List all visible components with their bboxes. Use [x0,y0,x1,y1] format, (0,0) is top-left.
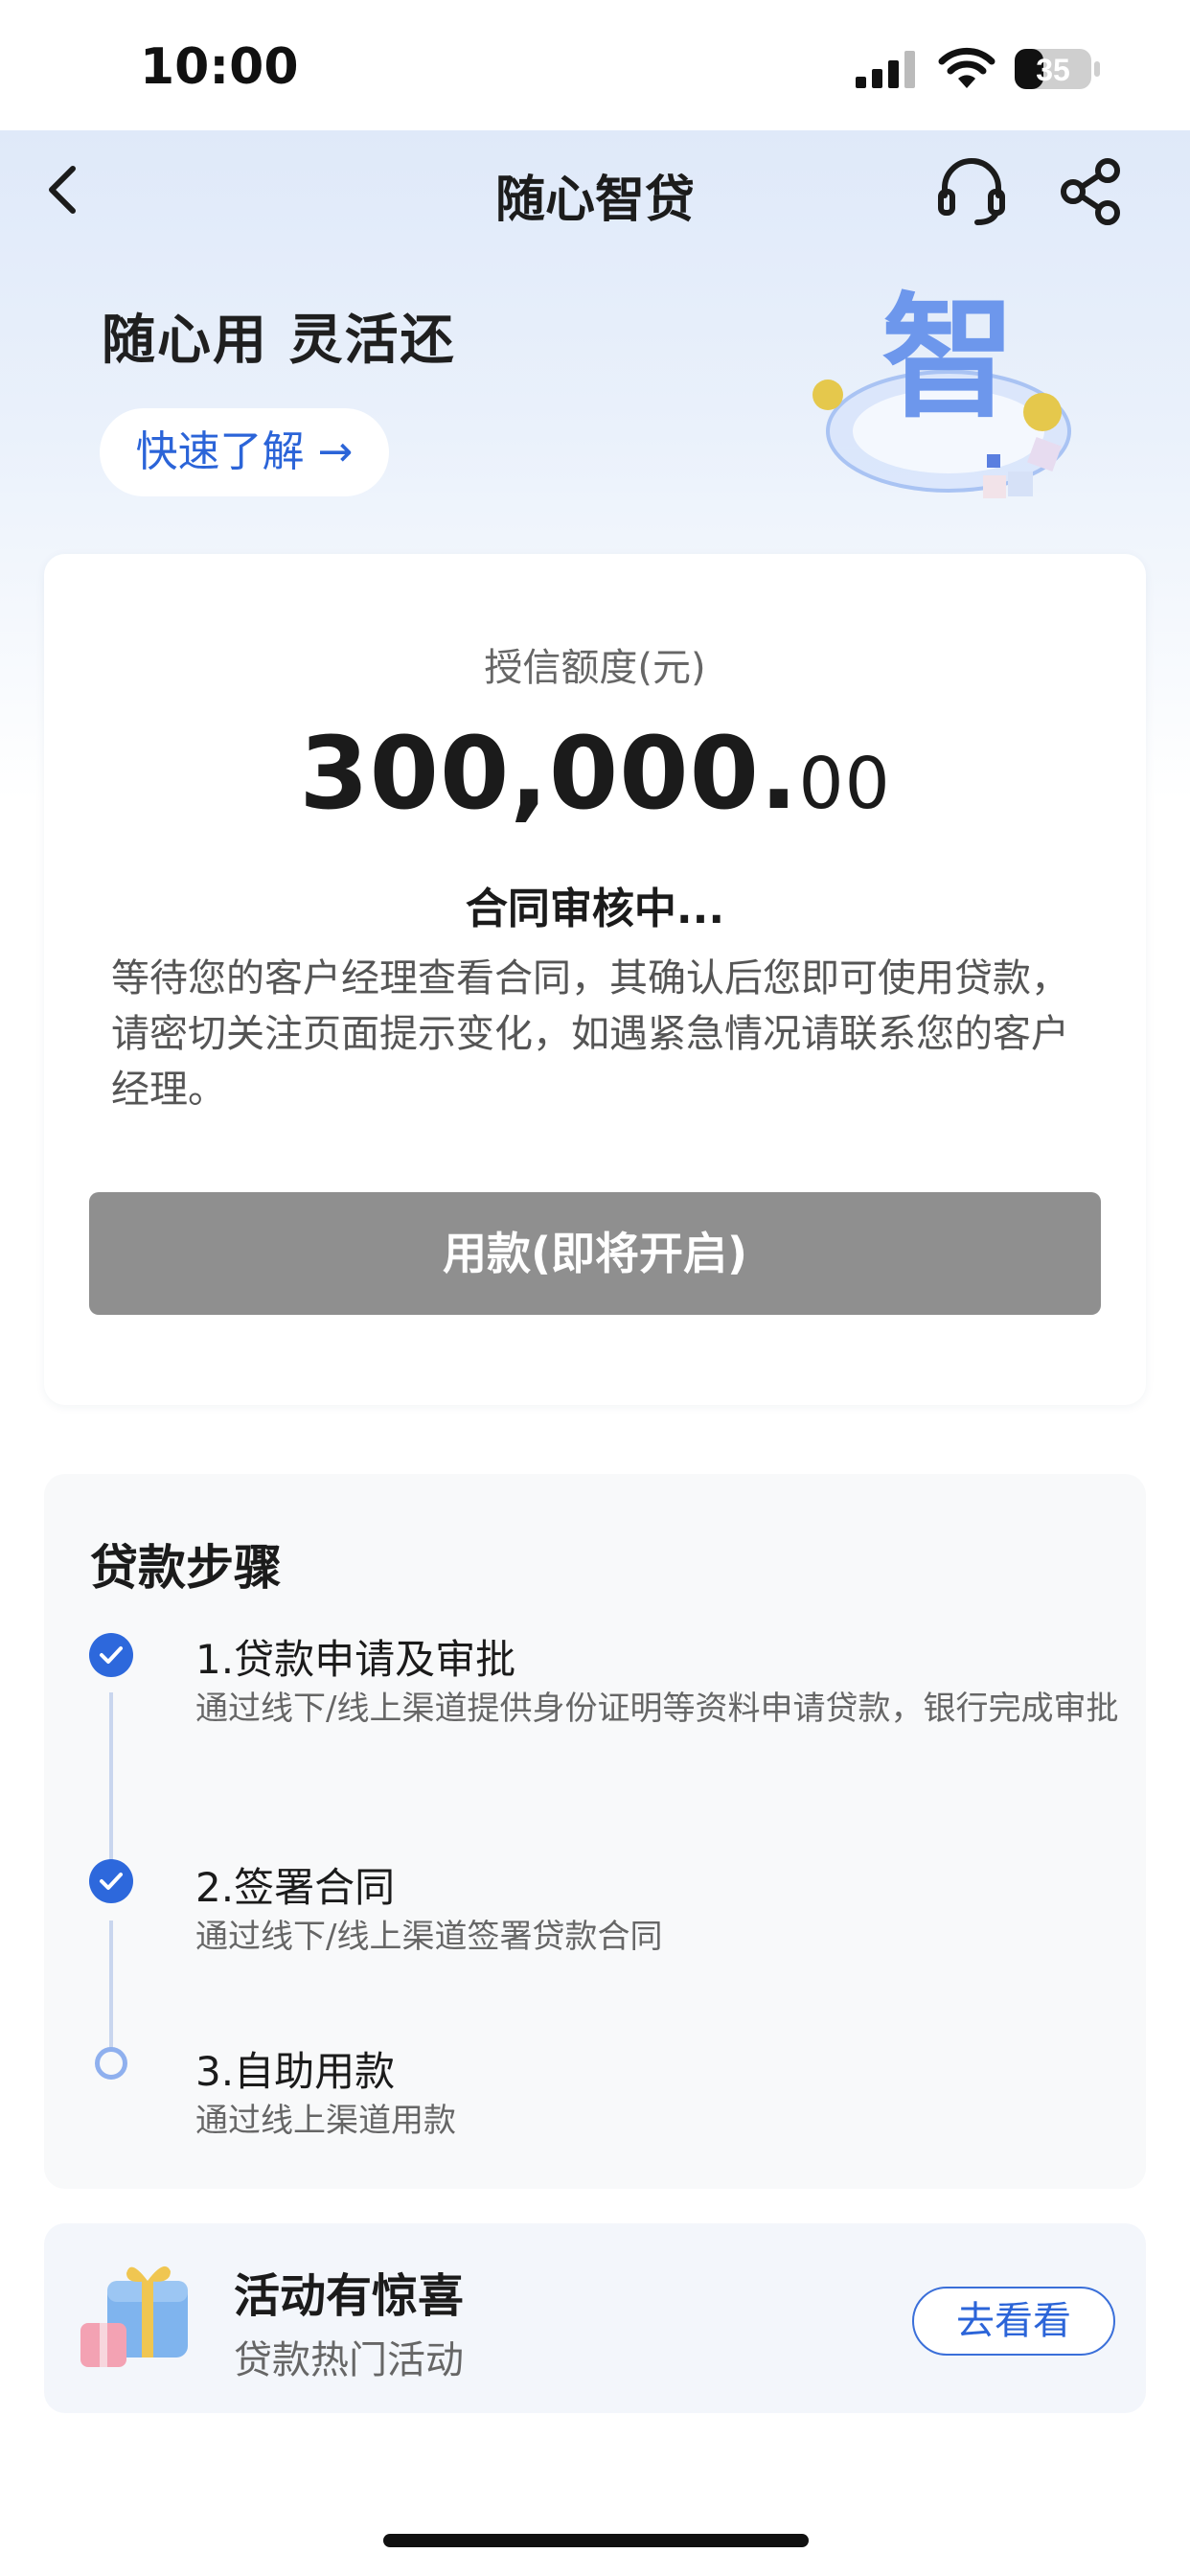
quota-amount-integer: 300,000. [299,715,799,832]
contract-status-description: 等待您的客户经理查看合同，其确认后您即可使用贷款，请密切关注页面提示变化，如遇紧… [111,956,1069,1112]
smart-loan-illustration: 智 [812,288,1071,498]
steps-title: 贷款步骤 [90,1540,282,1596]
cellular-signal-icon [856,51,915,88]
learn-more-button[interactable]: 快速了解 → [100,408,389,496]
use-loan-button[interactable]: 用款(即将开启) [89,1192,1101,1315]
step-name: 2.签署合同 [195,1864,396,1911]
step-done-icon [89,1859,133,1903]
promo-card[interactable]: 活动有惊喜 贷款热门活动 去看看 [44,2223,1146,2413]
promo-subtitle: 贷款热门活动 [234,2338,464,2382]
step-connector [109,1692,113,1882]
step-description: 通过线上渠道用款 [195,2102,456,2140]
contract-status-title: 合同审核中... [465,885,725,933]
slogan: 随心用 灵活还 [102,310,456,372]
headset-icon[interactable] [935,155,1008,228]
battery-icon: 35 [1015,49,1100,89]
view-promo-button[interactable]: 去看看 [912,2287,1115,2356]
wifi-icon [938,47,995,88]
quota-label: 授信额度(元) [484,646,706,690]
step-name: 3.自助用款 [195,2048,396,2095]
step-description: 通过线下/线上渠道提供身份证明等资料申请贷款，银行完成审批 [195,1690,1119,1728]
smart-glyph: 智 [881,288,1016,437]
quota-amount: 300,000.00 [44,715,1146,832]
loan-steps-card: 贷款步骤 1.贷款申请及审批 通过线下/线上渠道提供身份证明等资料申请贷款，银行… [44,1474,1146,2189]
home-indicator[interactable] [383,2534,809,2547]
quota-card: 授信额度(元) 300,000.00 合同审核中... 等待您的客户经理查看合同… [44,554,1146,1405]
share-icon[interactable] [1058,157,1125,226]
gift-icon [80,2266,188,2367]
status-bar: 10:00 35 [0,0,1190,130]
step-done-icon [89,1633,133,1677]
battery-level: 35 [1036,53,1070,87]
quota-amount-decimal: 00 [798,743,891,825]
step-name: 1.贷款申请及审批 [195,1636,516,1683]
step-pending-icon [95,2047,127,2080]
status-time: 10:00 [140,38,299,96]
step-description: 通过线下/线上渠道签署贷款合同 [195,1918,663,1956]
page-title: 随心智贷 [494,172,695,229]
promo-title: 活动有惊喜 [234,2269,465,2323]
